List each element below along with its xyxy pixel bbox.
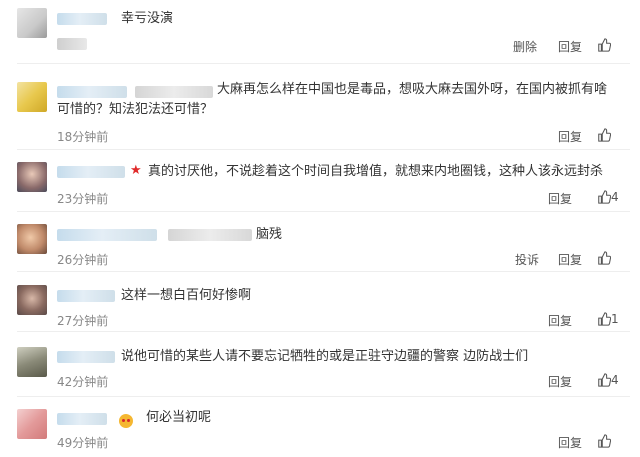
username-blurred[interactable] (57, 290, 115, 302)
star-icon: ★ (130, 163, 142, 178)
like-button[interactable] (597, 434, 611, 448)
username-blurred[interactable] (57, 351, 115, 363)
thumbs-up-icon (598, 190, 611, 204)
comment-text: 大麻再怎么样在中国也是毒品，想吸大麻去国外呀，在国内被抓有啥可惜的？知法犯法还可… (57, 82, 608, 117)
like-count: 4 (611, 373, 619, 387)
thumbs-up-icon (598, 312, 611, 326)
avatar[interactable] (17, 82, 47, 112)
like-button[interactable]: 1 (597, 312, 619, 326)
like-button[interactable]: 4 (597, 190, 619, 204)
comment-item: 何必当初呢 49分钟前 回复 (0, 397, 640, 457)
comment-list: 幸亏没演 删除 回复 大麻再怎么样在中国也是毒品，想吸大麻去国外呀，在国内被抓有… (0, 0, 640, 457)
comment-item: 幸亏没演 删除 回复 (0, 0, 640, 64)
comment-item: 大麻再怎么样在中国也是毒品，想吸大麻去国外呀，在国内被抓有啥可惜的？知法犯法还可… (0, 64, 640, 150)
avatar[interactable] (17, 224, 47, 254)
avatar[interactable] (17, 347, 47, 377)
comment-item: 脑残 26分钟前 投诉 回复 (0, 212, 640, 272)
reply-button[interactable]: 回复 (548, 373, 572, 390)
timestamp: 49分钟前 (57, 436, 109, 450)
thumbs-up-icon (598, 38, 611, 52)
thumbs-up-icon (598, 434, 611, 448)
comment-text: 这样一想白百何好惨啊 (121, 288, 252, 303)
reply-button[interactable]: 回复 (558, 434, 582, 451)
username-blurred[interactable] (57, 229, 157, 241)
avatar[interactable] (17, 409, 47, 439)
timestamp: 23分钟前 (57, 192, 109, 206)
timestamp: 27分钟前 (57, 314, 109, 328)
like-count: 4 (611, 190, 619, 204)
timestamp: 42分钟前 (57, 375, 109, 389)
thumbs-up-icon (598, 128, 611, 142)
username-blurred[interactable] (57, 413, 107, 425)
like-count: 1 (611, 312, 619, 326)
thumbs-up-icon (598, 373, 611, 387)
comment-item: ★ 真的讨厌他，不说趁着这个时间自我增值，就想来内地圈钱，这种人该永远封杀 23… (0, 150, 640, 212)
comment-text: 真的讨厌他，不说趁着这个时间自我增值，就想来内地圈钱，这种人该永远封杀 (148, 164, 604, 179)
reply-button[interactable]: 回复 (558, 251, 582, 268)
smile-emoji-icon (119, 411, 133, 430)
reply-button[interactable]: 回复 (548, 190, 572, 207)
comment-item: 说他可惜的某些人请不要忘记牺牲的或是正驻守边疆的警察 边防战士们 42分钟前 回… (0, 332, 640, 397)
timestamp: 18分钟前 (57, 130, 109, 144)
avatar[interactable] (17, 162, 47, 192)
reply-button[interactable]: 回复 (558, 38, 582, 55)
delete-button[interactable]: 删除 (513, 38, 537, 55)
like-button[interactable] (597, 38, 611, 52)
reply-button[interactable]: 回复 (558, 128, 582, 145)
comment-text: 脑残 (256, 227, 283, 242)
like-button[interactable]: 4 (597, 373, 619, 387)
timestamp: 26分钟前 (57, 253, 109, 267)
comment-text: 何必当初呢 (146, 410, 212, 425)
like-button[interactable] (597, 128, 611, 142)
avatar[interactable] (17, 285, 47, 315)
username-blurred[interactable] (57, 13, 107, 25)
like-button[interactable] (597, 251, 611, 265)
comment-text: 幸亏没演 (121, 11, 174, 26)
reply-target-blurred (168, 229, 252, 241)
report-button[interactable]: 投诉 (515, 251, 539, 268)
avatar[interactable] (17, 8, 47, 38)
reply-button[interactable]: 回复 (548, 312, 572, 329)
timestamp-blurred (57, 38, 87, 50)
thumbs-up-icon (598, 251, 611, 265)
username-blurred[interactable] (57, 166, 125, 178)
comment-text: 说他可惜的某些人请不要忘记牺牲的或是正驻守边疆的警察 边防战士们 (121, 349, 529, 364)
comment-item: 这样一想白百何好惨啊 27分钟前 回复 1 (0, 272, 640, 332)
